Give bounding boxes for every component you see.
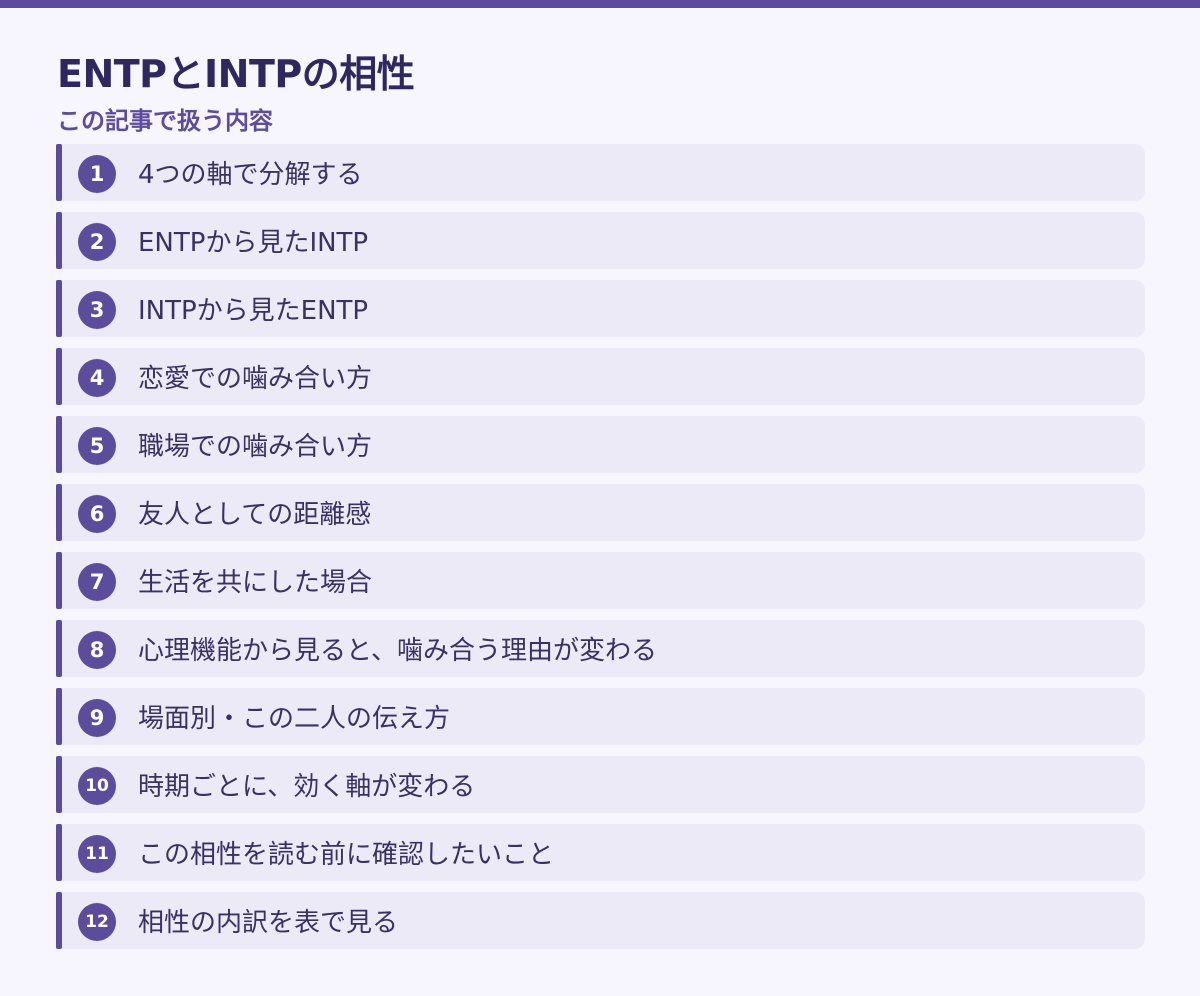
toc-item-accent-bar [56, 280, 62, 337]
toc-item-accent-bar [56, 824, 62, 881]
toc-item-number-badge: 11 [78, 835, 116, 873]
toc-item-1[interactable]: 1 4つの軸で分解する [56, 144, 1145, 201]
toc-item-number-badge: 6 [78, 495, 116, 533]
top-accent-bar [0, 0, 1200, 8]
toc-item-label: 生活を共にした場合 [138, 568, 373, 598]
toc-item-4[interactable]: 4 恋愛での噛み合い方 [56, 348, 1145, 405]
toc-item-number-badge: 3 [78, 291, 116, 329]
toc-item-accent-bar [56, 416, 62, 473]
toc-item-accent-bar [56, 212, 62, 269]
toc-item-label: 場面別・この二人の伝え方 [138, 704, 451, 734]
page-title: ENTPとINTPの相性 [57, 52, 415, 96]
toc-item-label: 相性の内訳を表で見る [138, 908, 399, 938]
toc-item-12[interactable]: 12 相性の内訳を表で見る [56, 892, 1145, 949]
toc-item-number-badge: 2 [78, 223, 116, 261]
toc-item-7[interactable]: 7 生活を共にした場合 [56, 552, 1145, 609]
toc-item-accent-bar [56, 688, 62, 745]
toc-item-accent-bar [56, 892, 62, 949]
toc-item-number-badge: 4 [78, 359, 116, 397]
toc-item-label: 時期ごとに、効く軸が変わる [138, 772, 476, 802]
toc-item-number-badge: 7 [78, 563, 116, 601]
toc-item-6[interactable]: 6 友人としての距離感 [56, 484, 1145, 541]
toc-item-accent-bar [56, 348, 62, 405]
toc-item-label: 恋愛での噛み合い方 [138, 364, 373, 394]
toc-item-number-badge: 1 [78, 155, 116, 193]
toc-item-accent-bar [56, 552, 62, 609]
toc-item-10[interactable]: 10 時期ごとに、効く軸が変わる [56, 756, 1145, 813]
toc-item-number-badge: 9 [78, 699, 116, 737]
toc-item-label: 心理機能から見ると、噛み合う理由が変わる [138, 636, 657, 666]
toc-item-5[interactable]: 5 職場での噛み合い方 [56, 416, 1145, 473]
toc-heading: この記事で扱う内容 [57, 107, 273, 135]
toc-item-number-badge: 12 [78, 903, 116, 941]
toc-item-label: 4つの軸で分解する [138, 160, 363, 190]
toc-item-accent-bar [56, 756, 62, 813]
toc-item-9[interactable]: 9 場面別・この二人の伝え方 [56, 688, 1145, 745]
toc-item-2[interactable]: 2 ENTPから見たINTP [56, 212, 1145, 269]
toc-item-number-badge: 5 [78, 427, 116, 465]
toc-item-label: ENTPから見たINTP [138, 228, 369, 258]
toc-item-11[interactable]: 11 この相性を読む前に確認したいこと [56, 824, 1145, 881]
toc-item-accent-bar [56, 484, 62, 541]
toc-item-label: 職場での噛み合い方 [138, 432, 373, 462]
toc-item-label: INTPから見たENTP [138, 296, 369, 326]
toc-item-number-badge: 8 [78, 631, 116, 669]
table-of-contents: 1 4つの軸で分解する 2 ENTPから見たINTP 3 INTPから見たENT… [56, 144, 1145, 960]
toc-item-label: この相性を読む前に確認したいこと [138, 840, 555, 870]
toc-item-3[interactable]: 3 INTPから見たENTP [56, 280, 1145, 337]
toc-item-label: 友人としての距離感 [138, 500, 372, 530]
toc-item-accent-bar [56, 620, 62, 677]
toc-item-accent-bar [56, 144, 62, 201]
toc-item-8[interactable]: 8 心理機能から見ると、噛み合う理由が変わる [56, 620, 1145, 677]
toc-item-number-badge: 10 [78, 767, 116, 805]
